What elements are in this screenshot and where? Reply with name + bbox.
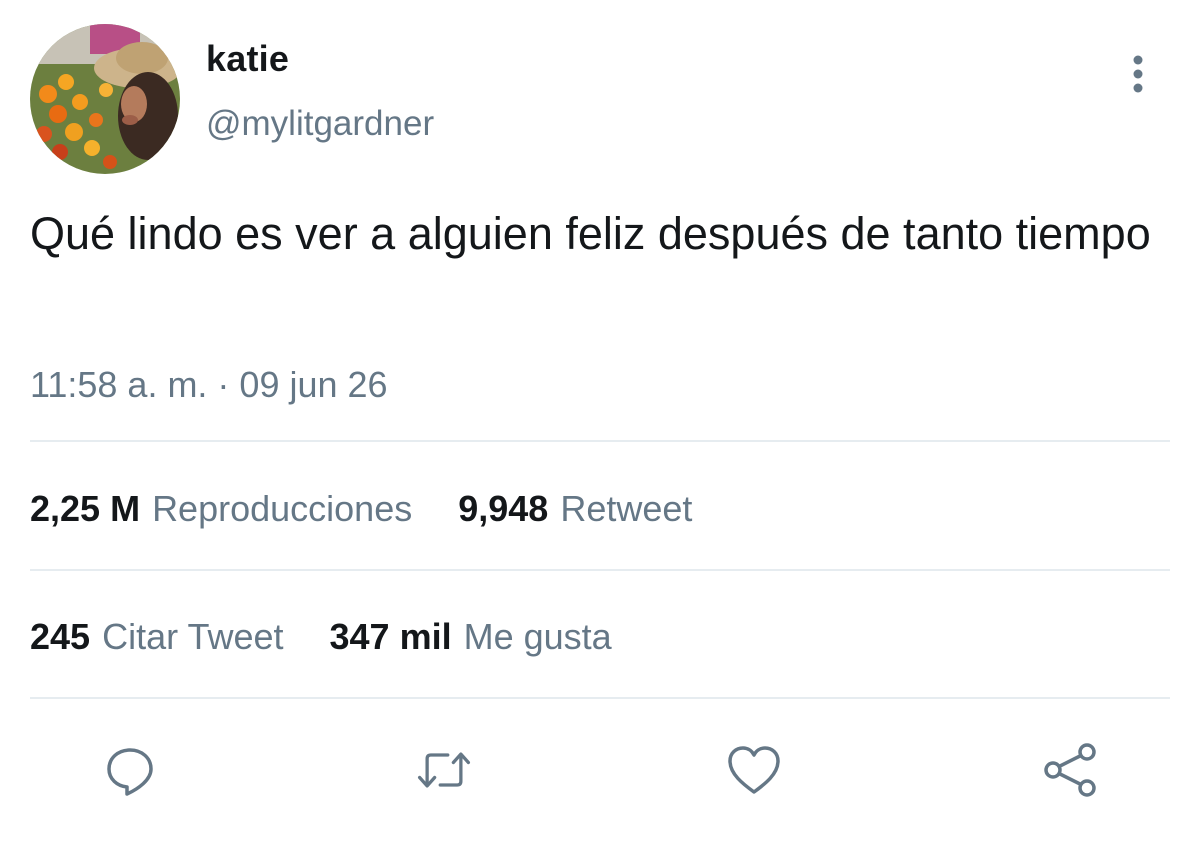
author-display-name[interactable]: katie <box>206 38 289 80</box>
views-stat[interactable]: 2,25 M Reproducciones <box>30 488 412 530</box>
more-vertical-icon <box>1133 55 1143 93</box>
retweets-stat[interactable]: 9,948 Retweet <box>458 488 692 530</box>
stats-row-views-retweets: 2,25 M Reproducciones 9,948 Retweet <box>30 488 692 530</box>
avatar[interactable] <box>30 24 180 174</box>
likes-count: 347 mil <box>329 616 452 657</box>
author-handle[interactable]: @mylitgardner <box>206 104 434 144</box>
views-count: 2,25 M <box>30 488 141 529</box>
retweet-button[interactable] <box>414 740 474 800</box>
likes-label: Me gusta <box>463 616 612 657</box>
likes-stat[interactable]: 347 mil Me gusta <box>330 616 612 658</box>
tweet-detail: katie @mylitgardner Qué lindo es ver a a… <box>0 0 1200 857</box>
divider <box>30 697 1170 699</box>
quotes-stat[interactable]: 245 Citar Tweet <box>30 616 283 658</box>
like-button[interactable] <box>724 740 784 800</box>
views-label: Reproducciones <box>152 488 413 529</box>
divider <box>30 569 1170 571</box>
avatar-image <box>30 24 180 174</box>
reply-button[interactable] <box>100 740 160 800</box>
retweets-label: Retweet <box>560 488 693 529</box>
quotes-count: 245 <box>30 616 91 657</box>
heart-icon <box>728 746 780 794</box>
quotes-label: Citar Tweet <box>102 616 284 657</box>
share-button[interactable] <box>1040 740 1100 800</box>
retweet-icon <box>417 752 471 788</box>
reply-icon <box>107 748 153 796</box>
tweet-timestamp[interactable]: 11:58 a. m. · 09 jun 26 <box>30 364 388 406</box>
action-bar <box>0 730 1200 810</box>
more-options-button[interactable] <box>1120 50 1156 98</box>
retweets-count: 9,948 <box>458 488 549 529</box>
tweet-text: Qué lindo es ver a alguien feliz después… <box>30 208 1151 259</box>
divider <box>30 440 1170 442</box>
share-icon <box>1044 743 1096 797</box>
stats-row-quotes-likes: 245 Citar Tweet 347 mil Me gusta <box>30 616 612 658</box>
